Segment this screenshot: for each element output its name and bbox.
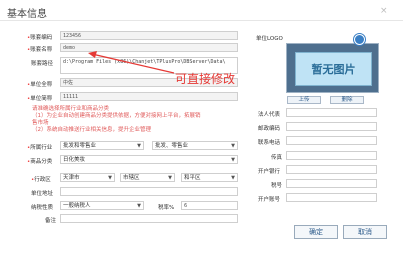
bank-label: 开户银行: [258, 169, 281, 175]
fax-input[interactable]: [286, 151, 377, 160]
logo-placeholder: 暂无图片: [295, 52, 372, 86]
bank-input[interactable]: [286, 165, 377, 174]
globe-icon: [354, 34, 365, 45]
tax-no-input[interactable]: [286, 179, 377, 188]
phone-input[interactable]: [286, 136, 377, 145]
delete-button[interactable]: 删除: [330, 96, 364, 104]
legal-rep-input[interactable]: [286, 108, 377, 117]
tax-no-label: 税号: [271, 183, 283, 189]
phone-label: 联系电话: [258, 140, 281, 146]
account-no-input[interactable]: [286, 193, 377, 202]
legal-rep-label: 法人代表: [258, 112, 281, 118]
postcode-input[interactable]: [286, 122, 377, 131]
postcode-label: 邮政编码: [258, 126, 281, 132]
annotation-text: 可直接修改: [175, 72, 236, 86]
basic-info-dialog: 基本信息 × •账套编码 123456 •账套名称 demo 账套路径 d:\P…: [0, 0, 403, 255]
cancel-button[interactable]: 取消: [343, 225, 387, 239]
account-no-label: 开户账号: [258, 197, 281, 203]
upload-button[interactable]: 上传: [287, 96, 321, 104]
ok-button[interactable]: 确定: [294, 225, 338, 239]
fax-label: 传真: [271, 155, 283, 161]
logo-label: 单位LOGO: [256, 36, 283, 42]
logo-preview: 暂无图片: [286, 43, 379, 93]
